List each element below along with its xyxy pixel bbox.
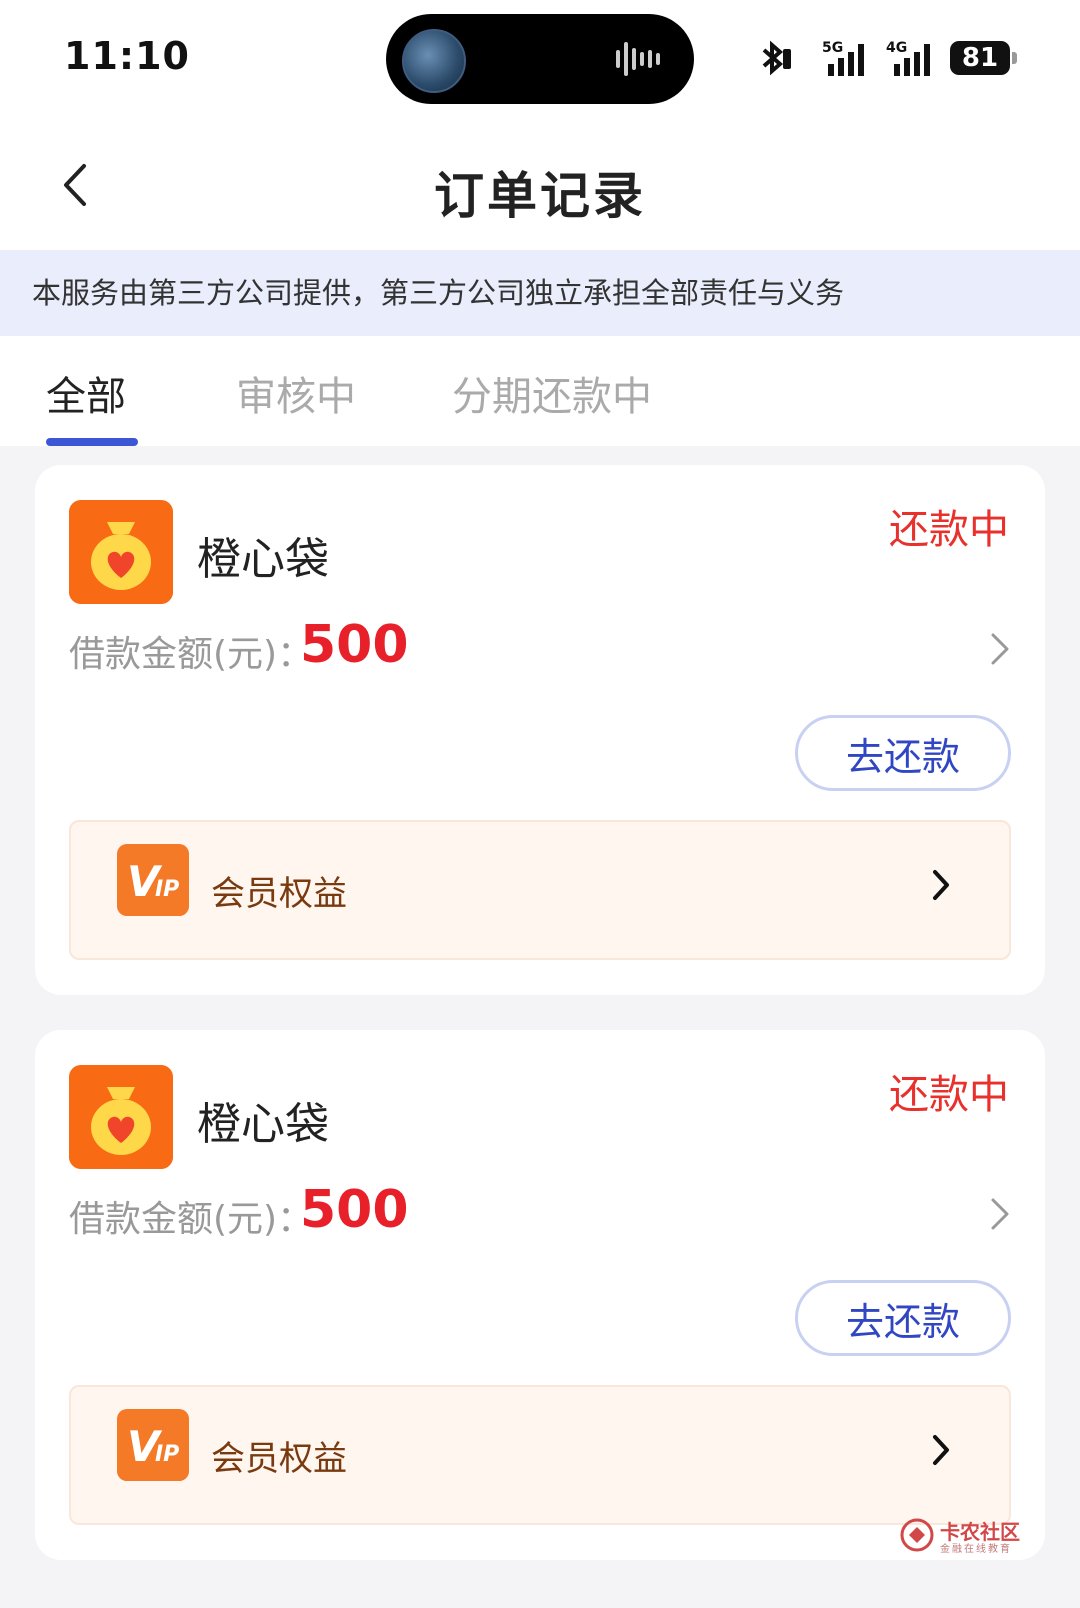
signal-5g-icon: 5G xyxy=(822,40,864,76)
watermark-subtext: 金融在线教育 xyxy=(940,1544,1012,1555)
order-card[interactable]: 橙心袋 还款中 借款金额(元)： 500 去还款 V IP 会员权益 xyxy=(35,1030,1045,1560)
order-card[interactable]: 橙心袋 还款中 借款金额(元)： 500 去还款 V IP 会员权益 xyxy=(35,465,1045,995)
chevron-right-icon[interactable] xyxy=(989,631,1011,667)
net2-label: 4G xyxy=(886,40,907,56)
watermark: 卡农社区 金融在线教育 xyxy=(900,1516,1050,1556)
product-name: 橙心袋 xyxy=(197,534,329,585)
chevron-right-icon xyxy=(933,870,949,900)
amount-value: 500 xyxy=(300,615,409,675)
amount-value: 500 xyxy=(300,1180,409,1240)
chevron-right-icon xyxy=(933,1435,949,1465)
status-time: 11:10 xyxy=(64,34,190,78)
net1-label: 5G xyxy=(822,40,843,56)
tab-all[interactable]: 全部 xyxy=(46,364,126,422)
signal-4g-icon: 4G xyxy=(886,40,930,76)
page-title: 订单记录 xyxy=(434,167,646,225)
order-status: 还款中 xyxy=(889,1072,1009,1118)
notice-banner: 本服务由第三方公司提供，第三方公司独立承担全部责任与义务 xyxy=(0,250,1080,336)
vip-icon: V IP xyxy=(117,844,189,916)
order-status: 还款中 xyxy=(889,507,1009,553)
dynamic-island[interactable] xyxy=(386,14,694,104)
audio-wave-icon xyxy=(616,42,660,76)
system-icons: 5G 4G 81 xyxy=(756,38,1017,78)
vip-label: 会员权益 xyxy=(211,1439,347,1479)
money-bag-logo-icon xyxy=(69,1065,173,1169)
tab-bar: 全部 审核中 分期还款中 xyxy=(0,336,1080,446)
status-bar: 11:10 5G 4G 81 xyxy=(0,0,1080,120)
tab-indicator xyxy=(46,438,138,446)
vip-icon: V IP xyxy=(117,1409,189,1481)
money-bag-logo-icon xyxy=(69,500,173,604)
repay-button[interactable]: 去还款 xyxy=(795,1280,1011,1356)
chevron-right-icon[interactable] xyxy=(989,1196,1011,1232)
repay-button[interactable]: 去还款 xyxy=(795,715,1011,791)
svg-text:IP: IP xyxy=(155,877,179,902)
vip-benefits-row[interactable]: V IP 会员权益 xyxy=(69,820,1011,960)
amount-label: 借款金额(元)： xyxy=(69,1199,314,1240)
tab-reviewing[interactable]: 审核中 xyxy=(236,364,356,422)
amount-label: 借款金额(元)： xyxy=(69,634,314,675)
product-name: 橙心袋 xyxy=(197,1099,329,1150)
watermark-logo-icon xyxy=(900,1518,934,1552)
bluetooth-icon xyxy=(762,40,791,76)
album-art-icon xyxy=(402,29,466,93)
nav-bar: 订单记录 xyxy=(0,130,1080,245)
battery-icon: 81 xyxy=(950,41,1017,75)
svg-text:IP: IP xyxy=(155,1442,179,1467)
tab-installment[interactable]: 分期还款中 xyxy=(452,364,652,422)
top-area: 11:10 5G 4G 81 订单记录 xyxy=(0,0,1080,250)
vip-benefits-row[interactable]: V IP 会员权益 xyxy=(69,1385,1011,1525)
vip-label: 会员权益 xyxy=(211,874,347,914)
